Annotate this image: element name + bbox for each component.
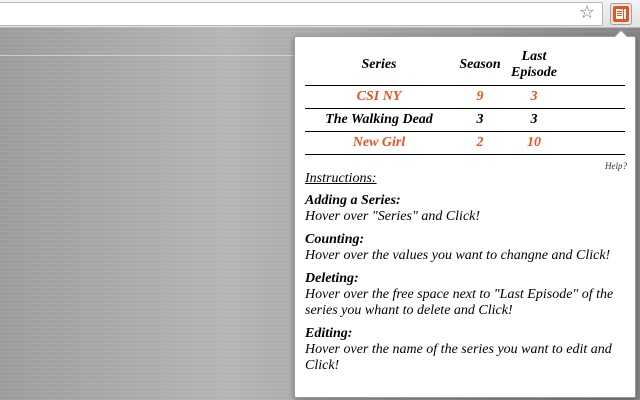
delete-area[interactable] [561,108,625,132]
delete-area[interactable] [561,131,625,155]
instruction-item: Adding a Series: Hover over "Series" and… [305,193,627,225]
last-episode-value[interactable]: 10 [507,131,561,155]
instruction-text: Hover over "Series" and Click! [305,209,481,224]
instruction-text: Hover over the free space next to "Last … [305,287,614,318]
series-tracker-icon [613,6,629,22]
last-episode-header-line2: Episode [511,65,557,80]
table-header-row: Series Season Last Episode [305,45,625,86]
last-episode-header-line1: Last [521,49,547,64]
series-header[interactable]: Series [305,45,453,86]
address-bar[interactable] [0,2,603,26]
last-episode-header: Last Episode [507,45,561,86]
last-episode-value[interactable]: 3 [507,108,561,132]
table-row: CSI NY 9 3 [305,85,625,109]
browser-toolbar: ☆ [0,0,640,28]
page-divider [0,55,300,56]
instruction-title: Counting: [305,232,365,247]
season-value[interactable]: 3 [453,108,507,132]
series-name[interactable]: CSI NY [305,85,453,109]
instruction-title: Editing: [305,326,353,341]
help-link[interactable]: Help? [605,161,627,171]
instructions-heading: Instructions: [305,171,377,186]
series-table: Series Season Last Episode CSI NY 9 3 Th… [305,45,625,155]
free-space-header [561,45,625,86]
table-row: New Girl 2 10 [305,131,625,155]
extension-button[interactable] [610,3,632,25]
series-name[interactable]: The Walking Dead [305,108,453,132]
instruction-item: Editing: Hover over the name of the seri… [305,326,627,374]
series-name[interactable]: New Girl [305,131,453,155]
extension-popup: Series Season Last Episode CSI NY 9 3 Th… [294,36,636,398]
instruction-text: Hover over the name of the series you wa… [305,342,612,373]
last-episode-value[interactable]: 3 [507,85,561,109]
star-icon[interactable]: ☆ [576,2,598,24]
season-header: Season [453,45,507,86]
instruction-title: Deleting: [305,271,359,286]
season-value[interactable]: 2 [453,131,507,155]
table-row: The Walking Dead 3 3 [305,108,625,132]
instruction-text: Hover over the values you want to changn… [305,248,611,263]
instruction-item: Deleting: Hover over the free space next… [305,271,627,319]
instruction-title: Adding a Series: [305,193,401,208]
season-value[interactable]: 9 [453,85,507,109]
delete-area[interactable] [561,85,625,109]
popup-arrow-inner [615,31,627,37]
instruction-item: Counting: Hover over the values you want… [305,232,627,264]
instructions-section: Instructions: Adding a Series: Hover ove… [305,171,627,381]
